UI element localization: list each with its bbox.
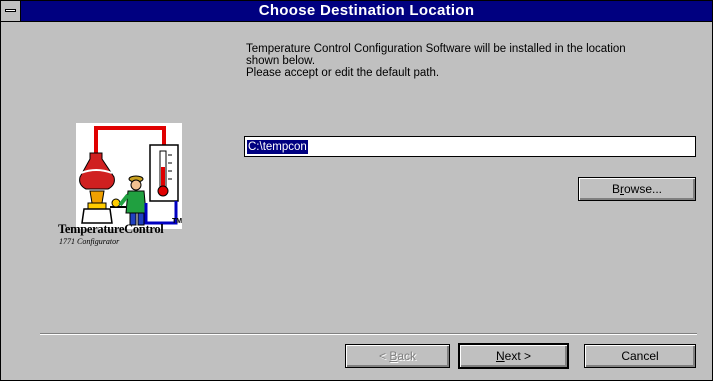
trademark-mark: TM bbox=[172, 218, 183, 225]
instructions-text: Temperature Control Configuration Softwa… bbox=[246, 43, 706, 79]
system-menu-button[interactable] bbox=[1, 1, 21, 21]
cancel-button[interactable]: Cancel bbox=[584, 344, 696, 368]
destination-path-field[interactable]: C:\tempcon bbox=[244, 136, 696, 157]
title-bar: Choose Destination Location bbox=[1, 1, 712, 22]
dialog-body: Temperature Control Configuration Softwa… bbox=[2, 23, 711, 379]
temperature-control-logo-icon bbox=[76, 123, 182, 229]
system-menu-icon bbox=[5, 9, 16, 12]
back-button[interactable]: < Back bbox=[345, 344, 450, 368]
instructions-line-3: Please accept or edit the default path. bbox=[246, 67, 440, 79]
setup-dialog: Choose Destination Location Temperature … bbox=[0, 0, 713, 381]
brand-name: TemperatureControl bbox=[58, 222, 164, 236]
instructions-line-1: Temperature Control Configuration Softwa… bbox=[246, 43, 626, 55]
next-button[interactable]: Next > bbox=[458, 343, 569, 369]
brand-subtitle: 1771 Configurator bbox=[59, 237, 120, 246]
instructions-line-2: shown below. bbox=[246, 55, 316, 67]
browse-button[interactable]: Browse... bbox=[578, 177, 696, 201]
window-title: Choose Destination Location bbox=[258, 2, 475, 19]
destination-path-input[interactable] bbox=[247, 139, 691, 154]
button-separator bbox=[40, 333, 697, 335]
